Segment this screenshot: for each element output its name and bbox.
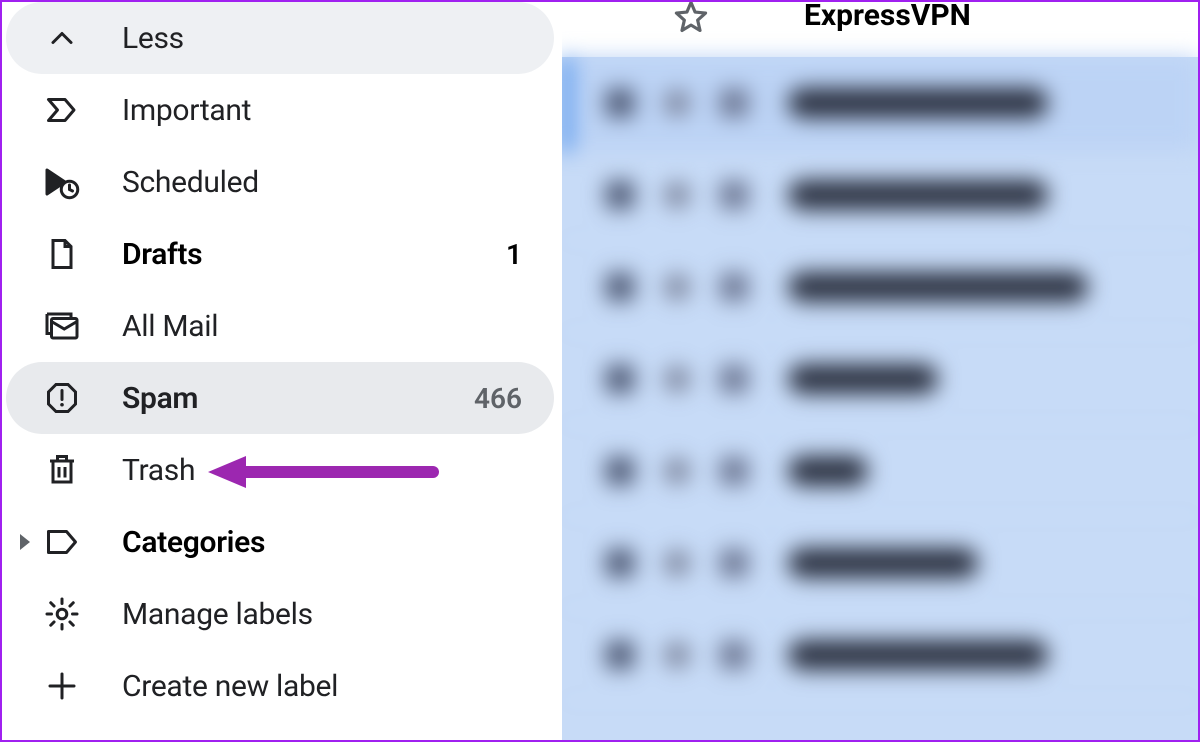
sidebar-item-drafts[interactable]: Drafts 1 [6, 218, 554, 290]
sidebar-item-label: Trash [122, 453, 534, 488]
mail-row[interactable] [562, 425, 1198, 517]
spam-count: 466 [474, 382, 534, 415]
mail-list-pane: ExpressVPN [562, 2, 1198, 740]
mail-row[interactable] [562, 609, 1198, 701]
scheduled-icon [44, 164, 122, 200]
label-icon [44, 524, 122, 560]
sidebar-item-categories[interactable]: Categories [6, 506, 554, 578]
plus-icon [44, 668, 122, 704]
sidebar-item-label: Drafts [122, 237, 506, 272]
selection-accent [562, 57, 570, 152]
sidebar-item-label: Scheduled [122, 165, 534, 200]
drafts-count: 1 [506, 238, 534, 271]
mail-row[interactable] [562, 149, 1198, 241]
gear-icon [44, 596, 122, 632]
blurred-mail-list [562, 57, 1198, 740]
mail-row[interactable] [562, 241, 1198, 333]
mail-row[interactable] [562, 517, 1198, 609]
expand-triangle-icon [20, 534, 30, 550]
sidebar-item-label: Create new label [122, 669, 534, 704]
chevron-up-icon [44, 20, 122, 56]
important-icon [44, 92, 122, 128]
sidebar-item-manage-labels[interactable]: Manage labels [6, 578, 554, 650]
sidebar-item-trash[interactable]: Trash [6, 434, 554, 506]
sidebar-item-label: All Mail [122, 309, 534, 344]
mail-row[interactable] [562, 57, 1198, 149]
mail-row[interactable] [562, 333, 1198, 425]
trash-icon [44, 452, 122, 488]
sidebar-item-label: Less [122, 21, 534, 56]
mail-row-visible[interactable]: ExpressVPN [562, 2, 1198, 57]
all-mail-icon [44, 308, 122, 344]
spam-icon [44, 380, 122, 416]
sidebar-item-less[interactable]: Less [6, 2, 554, 74]
sidebar: Less Important Scheduled Drafts [2, 2, 562, 740]
sidebar-item-spam[interactable]: Spam 466 [6, 362, 554, 434]
sidebar-item-important[interactable]: Important [6, 74, 554, 146]
sidebar-item-create-label[interactable]: Create new label [6, 650, 554, 722]
sidebar-item-label: Important [122, 93, 534, 128]
sidebar-item-label: Manage labels [122, 597, 534, 632]
sidebar-item-label: Spam [122, 381, 474, 416]
mail-sender: ExpressVPN [804, 2, 971, 33]
star-icon[interactable] [672, 2, 710, 36]
sidebar-item-scheduled[interactable]: Scheduled [6, 146, 554, 218]
drafts-icon [44, 236, 122, 272]
sidebar-item-label: Categories [122, 525, 534, 560]
sidebar-item-all-mail[interactable]: All Mail [6, 290, 554, 362]
